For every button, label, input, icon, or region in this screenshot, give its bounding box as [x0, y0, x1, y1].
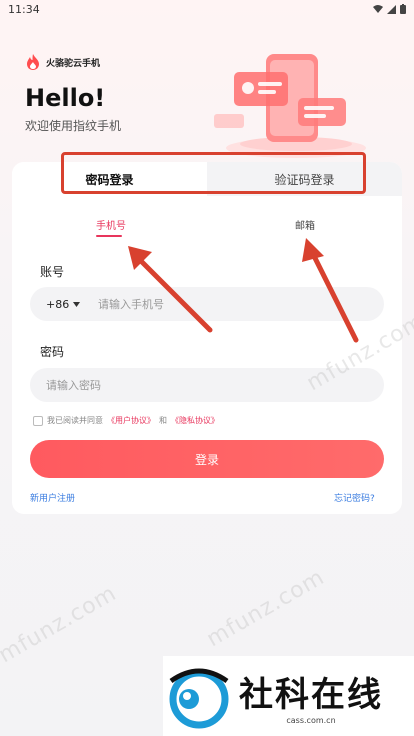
wifi-icon — [373, 5, 383, 13]
annotation-highlight-box — [61, 152, 366, 194]
register-link[interactable]: 新用户注册 — [30, 491, 75, 504]
brand: 火骆驼云手机 — [26, 54, 100, 70]
privacy-agreement-link[interactable]: 《隐私协议》 — [171, 415, 219, 426]
site-logo-overlay: 社科在线 cass.com.cn — [163, 656, 414, 736]
forgot-password-link[interactable]: 忘记密码? — [334, 491, 375, 504]
phone-placeholder: 请输入手机号 — [98, 298, 164, 311]
phone-input[interactable]: +86 请输入手机号 — [30, 287, 384, 321]
site-url: cass.com.cn — [286, 716, 336, 725]
hero-phone-illustration — [214, 54, 366, 158]
status-time: 11:34 — [8, 2, 40, 16]
hello-heading: Hello! — [25, 84, 106, 112]
account-label: 账号 — [40, 265, 65, 279]
agreement-prefix: 我已阅读并同意 — [47, 416, 103, 425]
subtab-phone[interactable]: 手机号 — [96, 217, 126, 232]
eye-logo-icon — [169, 668, 229, 729]
flame-logo-icon — [27, 54, 39, 70]
login-method-subtabs: 手机号 邮箱 — [12, 217, 402, 241]
country-code-value: +86 — [46, 297, 70, 311]
subtab-active-underline — [96, 235, 122, 237]
country-code-select[interactable]: +86 — [30, 298, 98, 311]
site-name: 社科在线 — [239, 675, 383, 715]
password-placeholder: 请输入密码 — [46, 379, 101, 392]
login-button[interactable]: 登录 — [30, 440, 384, 478]
password-label: 密码 — [40, 345, 65, 359]
user-agreement-link[interactable]: 《用户协议》 — [107, 415, 155, 426]
signal-icon — [387, 4, 396, 14]
subtab-email[interactable]: 邮箱 — [295, 217, 315, 232]
watermark-right: mfunz.com — [202, 564, 330, 653]
status-bar: 11:34 — [0, 0, 414, 18]
battery-icon — [400, 4, 406, 14]
agreement-row: 我已阅读并同意 《用户协议》 和 《隐私协议》 — [33, 415, 219, 426]
welcome-subtitle: 欢迎使用指纹手机 — [25, 119, 122, 133]
agreement-and: 和 — [159, 416, 167, 425]
brand-name: 火骆驼云手机 — [46, 58, 101, 69]
status-icons — [373, 4, 406, 14]
watermark-left: mfunz.com — [0, 580, 122, 669]
caret-down-icon — [73, 301, 81, 307]
agreement-checkbox[interactable] — [33, 415, 43, 426]
